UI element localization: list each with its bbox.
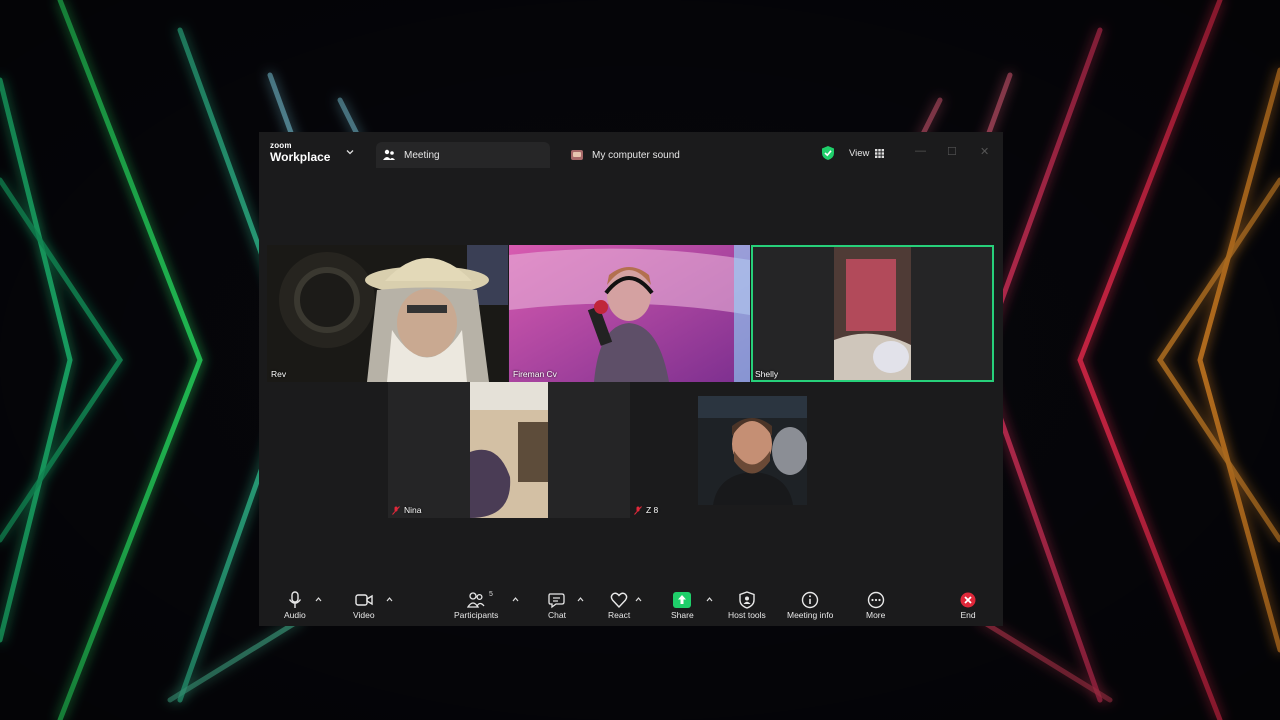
video-gallery: Rev Fireman Cv Shelly Nina Z 8 — [259, 174, 1003, 584]
microphone-icon — [288, 591, 301, 608]
more-options-icon — [867, 591, 884, 609]
camera-icon — [355, 594, 373, 606]
host-tools-label: Host tools — [728, 610, 766, 620]
video-tile-rev[interactable]: Rev — [267, 245, 508, 382]
audio-label: Audio — [284, 610, 306, 620]
video-tile-fireman-cv[interactable]: Fireman Cv — [509, 245, 750, 382]
tab-computer-sound-label: My computer sound — [592, 149, 680, 161]
participant-name-tag: Nina — [392, 505, 421, 515]
participant-video — [388, 382, 630, 518]
video-tile-shelly[interactable]: Shelly — [751, 245, 994, 382]
close-icon[interactable]: ✕ — [980, 145, 989, 158]
zoom-workplace-logo[interactable]: zoom Workplace — [270, 141, 331, 164]
video-button[interactable]: Video — [353, 591, 375, 620]
participants-label: Participants — [454, 610, 499, 620]
participant-name: Rev — [271, 369, 287, 379]
info-icon — [801, 591, 819, 609]
zoom-meeting-window: zoom Workplace Meeting My computer sound — [259, 132, 1003, 626]
participants-count: 5 — [489, 591, 493, 598]
shield-icon — [739, 591, 755, 609]
share-button[interactable]: Share — [671, 591, 694, 620]
participants-icon — [383, 149, 395, 160]
more-label: More — [866, 610, 886, 620]
muted-microphone-icon — [392, 505, 400, 515]
react-options-chevron-up-icon[interactable] — [635, 596, 642, 603]
tab-meeting-label: Meeting — [404, 149, 440, 161]
app-icon — [571, 150, 583, 160]
chat-label: Chat — [548, 610, 566, 620]
tab-meeting[interactable]: Meeting — [376, 142, 550, 168]
video-options-chevron-up-icon[interactable] — [386, 596, 393, 603]
participant-name: Nina — [404, 505, 422, 515]
meeting-toolbar: Audio Video Participants 5 Chat React Sh… — [259, 584, 1003, 626]
participant-name: Shelly — [755, 369, 779, 379]
audio-button[interactable]: Audio — [284, 591, 306, 620]
end-meeting-button[interactable]: End — [959, 591, 977, 620]
video-label: Video — [353, 610, 375, 620]
participant-name-tag: Rev — [271, 369, 286, 379]
brand-name: Workplace — [270, 150, 331, 164]
more-button[interactable]: More — [866, 591, 885, 620]
participant-video — [509, 245, 750, 382]
brand-small: zoom — [270, 141, 292, 150]
view-label: View — [849, 147, 870, 159]
encryption-shield-icon[interactable] — [821, 144, 835, 162]
participants-options-chevron-up-icon[interactable] — [512, 596, 519, 603]
chat-button[interactable]: Chat — [548, 591, 566, 620]
meeting-info-button[interactable]: Meeting info — [787, 591, 833, 620]
tab-computer-sound[interactable]: My computer sound — [562, 142, 762, 168]
participant-name-tag: Z 8 — [634, 505, 658, 515]
title-bar: zoom Workplace Meeting My computer sound — [259, 132, 1003, 174]
participant-name: Z 8 — [646, 505, 659, 515]
audio-options-chevron-up-icon[interactable] — [315, 596, 322, 603]
participant-video — [751, 245, 994, 382]
share-screen-icon — [673, 592, 692, 608]
maximize-icon[interactable]: ☐ — [947, 145, 957, 158]
video-tile-z8[interactable]: Z 8 — [630, 382, 664, 518]
participant-video — [267, 245, 508, 382]
react-label: React — [608, 610, 631, 620]
chat-icon — [548, 593, 565, 609]
muted-microphone-icon — [634, 505, 642, 515]
participant-video — [698, 396, 807, 505]
participants-icon — [467, 592, 485, 608]
end-label: End — [960, 610, 976, 620]
participant-name-tag: Fireman Cv — [513, 369, 557, 379]
chat-options-chevron-up-icon[interactable] — [577, 596, 584, 603]
react-button[interactable]: React — [608, 591, 630, 620]
view-button[interactable]: View — [849, 144, 885, 162]
share-options-chevron-up-icon[interactable] — [706, 596, 713, 603]
share-label: Share — [671, 610, 694, 620]
meeting-info-label: Meeting info — [787, 610, 834, 620]
chevron-down-icon[interactable] — [346, 148, 354, 156]
video-tile-nina[interactable]: Nina — [388, 382, 630, 518]
grid-icon — [875, 148, 885, 158]
heart-icon — [610, 592, 628, 609]
minimize-icon[interactable]: — — [915, 145, 926, 157]
end-call-icon — [960, 592, 976, 608]
participant-name: Fireman Cv — [513, 369, 557, 379]
participant-name-tag: Shelly — [755, 369, 778, 379]
host-tools-button[interactable]: Host tools — [728, 591, 766, 620]
video-tile-participant[interactable] — [698, 396, 807, 505]
